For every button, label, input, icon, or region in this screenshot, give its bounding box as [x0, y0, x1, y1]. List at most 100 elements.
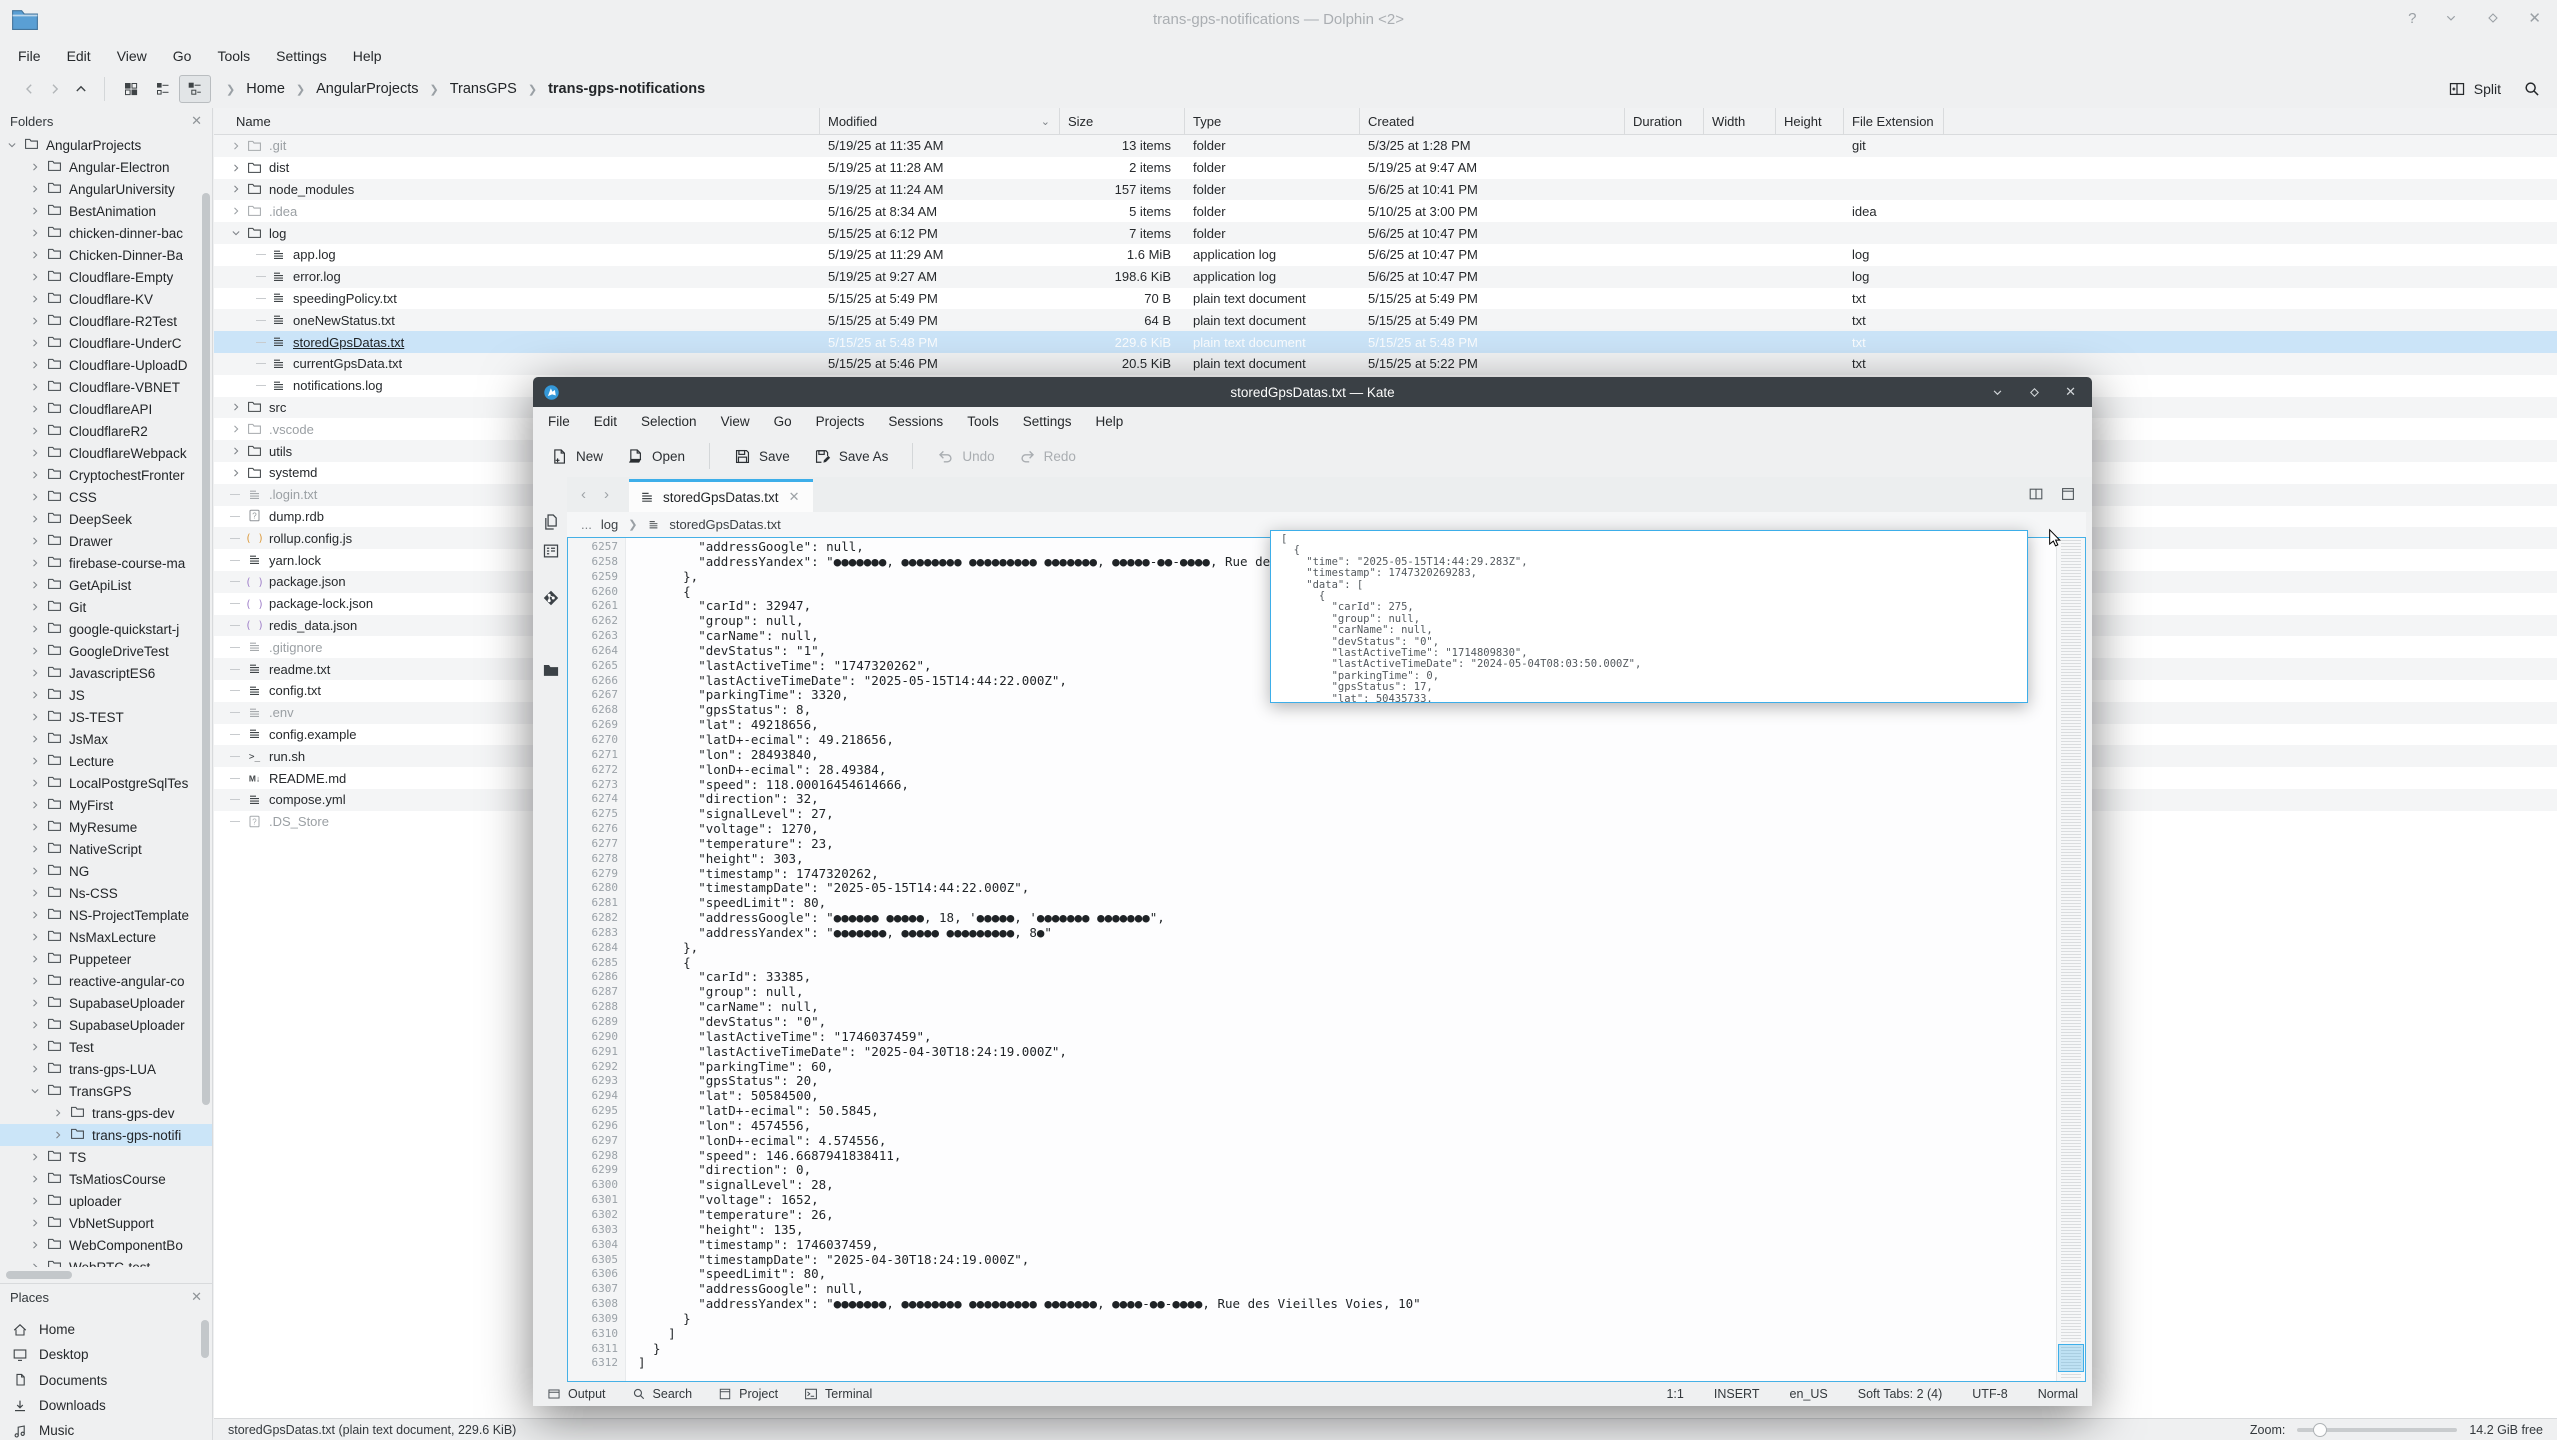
folder-tree-item-WebComponentBo[interactable]: WebComponentBo [0, 1234, 212, 1256]
folder-tree-item-Test[interactable]: Test [0, 1036, 212, 1058]
folder-tree-item-JS-TEST[interactable]: JS-TEST [0, 706, 212, 728]
view-details-button[interactable] [179, 75, 211, 103]
folder-tree-item-google-quickstart-j[interactable]: google-quickstart-j [0, 618, 212, 640]
folder-tree-item-NativeScript[interactable]: NativeScript [0, 838, 212, 860]
folder-tree-item-Cloudflare-R2Test[interactable]: Cloudflare-R2Test [0, 310, 212, 332]
editor-line[interactable]: 6297 "lonD+-ecimal": 4.574556, [568, 1134, 2055, 1149]
folder-tree-item-SupabaseUploader[interactable]: SupabaseUploader [0, 992, 212, 1014]
editor-line[interactable]: 6273 "speed": 118.00016454614666, [568, 778, 2055, 793]
kate-menu-edit[interactable]: Edit [594, 414, 617, 429]
close-icon[interactable]: ✕ [2528, 9, 2541, 27]
expand-icon[interactable] [29, 359, 44, 371]
expand-icon[interactable] [29, 909, 44, 921]
expand-icon[interactable] [230, 140, 247, 152]
expand-icon[interactable] [29, 315, 44, 327]
expand-icon[interactable] [29, 689, 44, 701]
expand-icon[interactable] [29, 447, 44, 459]
view-icons-button[interactable] [115, 75, 147, 103]
up-icon[interactable] [68, 81, 94, 97]
folder-tree-item-trans-gps-notifi[interactable]: trans-gps-notifi [0, 1124, 212, 1146]
editor-line[interactable]: 6308 "addressYandex": "●●●●●●●, ●●●●●●●●… [568, 1297, 2055, 1312]
folder-tree-item-Ns-CSS[interactable]: Ns-CSS [0, 882, 212, 904]
filesystem-tool-icon[interactable] [542, 661, 560, 679]
file-row-currentGpsData.txt[interactable]: currentGpsData.txt5/15/25 at 5:46 PM20.5… [214, 353, 2557, 375]
folder-tree-item-trans-gps-LUA[interactable]: trans-gps-LUA [0, 1058, 212, 1080]
editor-line[interactable]: 6269 "lat": 49218656, [568, 718, 2055, 733]
column-header-height[interactable]: Height [1776, 108, 1844, 134]
dolphin-menu-edit[interactable]: Edit [67, 48, 91, 64]
place-item-music[interactable]: Music [0, 1418, 212, 1440]
breadcrumb-Home[interactable]: Home [246, 81, 285, 97]
folder-tree-item-chicken-dinner-bac[interactable]: chicken-dinner-bac [0, 222, 212, 244]
folder-tree-item-Drawer[interactable]: Drawer [0, 530, 212, 552]
editor-line[interactable]: 6304 "timestamp": 1746037459, [568, 1238, 2055, 1253]
expand-icon[interactable] [29, 799, 44, 811]
collapse-icon[interactable] [230, 227, 247, 239]
zoom-slider[interactable] [2297, 1428, 2457, 1432]
folder-tree-item-Cloudflare-Empty[interactable]: Cloudflare-Empty [0, 266, 212, 288]
expand-icon[interactable] [52, 1129, 67, 1141]
file-row-node_modules[interactable]: node_modules5/19/25 at 11:24 AM157 items… [214, 179, 2557, 201]
expand-icon[interactable] [29, 887, 44, 899]
file-row-speedingPolicy.txt[interactable]: speedingPolicy.txt5/15/25 at 5:49 PM70 B… [214, 288, 2557, 310]
folder-tree-item-GoogleDriveTest[interactable]: GoogleDriveTest [0, 640, 212, 662]
editor-line[interactable]: 6287 "group": null, [568, 985, 2055, 1000]
editor-line[interactable]: 6309 } [568, 1312, 2055, 1327]
expand-icon[interactable] [52, 1107, 67, 1119]
kate-open-button[interactable]: Open [627, 448, 685, 465]
expand-icon[interactable] [29, 513, 44, 525]
folder-tree-item-Puppeteer[interactable]: Puppeteer [0, 948, 212, 970]
expand-icon[interactable] [29, 931, 44, 943]
expand-icon[interactable] [29, 293, 44, 305]
back-icon[interactable] [16, 81, 42, 97]
expand-icon[interactable] [29, 733, 44, 745]
editor-line[interactable]: 6274 "direction": 32, [568, 792, 2055, 807]
help-button[interactable]: ? [2408, 10, 2416, 27]
expand-icon[interactable] [29, 271, 44, 283]
editor-line[interactable]: 6298 "speed": 146.6687941838411, [568, 1149, 2055, 1164]
folder-tree-item-AngularProjects[interactable]: AngularProjects [0, 134, 212, 156]
editor-line[interactable]: 6303 "height": 135, [568, 1223, 2055, 1238]
zoom-slider-handle[interactable] [2313, 1423, 2327, 1437]
editor-line[interactable]: 6289 "devStatus": "0", [568, 1015, 2055, 1030]
places-scrollbar[interactable] [201, 1320, 209, 1358]
expand-icon[interactable] [29, 645, 44, 657]
folder-tree-item-TsMatiosCourse[interactable]: TsMatiosCourse [0, 1168, 212, 1190]
kate-status-utf-8[interactable]: UTF-8 [1972, 1387, 2007, 1401]
folder-tree-item-VbNetSupport[interactable]: VbNetSupport [0, 1212, 212, 1234]
folder-tree-item-TS[interactable]: TS [0, 1146, 212, 1168]
expand-icon[interactable] [230, 205, 247, 217]
folder-tree-item-NG[interactable]: NG [0, 860, 212, 882]
column-header-created[interactable]: Created [1360, 108, 1625, 134]
close-icon[interactable]: ✕ [191, 113, 202, 129]
folder-tree-item-WebRTC-test[interactable]: WebRTC-test [0, 1256, 212, 1267]
folder-tree-item-Lecture[interactable]: Lecture [0, 750, 212, 772]
column-header-modified[interactable]: Modified⌄ [820, 108, 1060, 134]
expand-icon[interactable] [230, 401, 247, 413]
expand-icon[interactable] [29, 997, 44, 1009]
dolphin-titlebar[interactable]: trans-gps-notifications — Dolphin <2> ? … [0, 0, 2557, 42]
folder-tree-item-MyResume[interactable]: MyResume [0, 816, 212, 838]
kate-save-as-button[interactable]: Save As [814, 448, 889, 465]
kate-undo-button[interactable]: Undo [937, 448, 994, 465]
column-header-width[interactable]: Width [1704, 108, 1776, 134]
folder-tree-item-JavascriptES6[interactable]: JavascriptES6 [0, 662, 212, 684]
kate-redo-button[interactable]: Redo [1019, 448, 1076, 465]
editor-line[interactable]: 6279 "timestamp": 1747320262, [568, 867, 2055, 882]
editor-line[interactable]: 6272 "lonD+-ecimal": 28.49384, [568, 763, 2055, 778]
expand-icon[interactable] [230, 445, 247, 457]
expand-icon[interactable] [29, 1019, 44, 1031]
editor-line[interactable]: 6301 "voltage": 1652, [568, 1193, 2055, 1208]
folder-tree-item-SupabaseUploader[interactable]: SupabaseUploader [0, 1014, 212, 1036]
folder-tree-item-DeepSeek[interactable]: DeepSeek [0, 508, 212, 530]
folder-tree-item-firebase-course-ma[interactable]: firebase-course-ma [0, 552, 212, 574]
minimap-view-indicator[interactable] [2058, 1344, 2084, 1372]
expand-icon[interactable] [230, 183, 247, 195]
folder-tree-item-reactive-angular-co[interactable]: reactive-angular-co [0, 970, 212, 992]
editor-line[interactable]: 6275 "signalLevel": 27, [568, 807, 2055, 822]
folders-vertical-scrollbar[interactable] [202, 193, 210, 1105]
expand-icon[interactable] [29, 623, 44, 635]
folder-tree-item-Angular-Electron[interactable]: Angular-Electron [0, 156, 212, 178]
expand-icon[interactable] [29, 601, 44, 613]
file-row-dist[interactable]: dist5/19/25 at 11:28 AM2 itemsfolder5/19… [214, 157, 2557, 179]
